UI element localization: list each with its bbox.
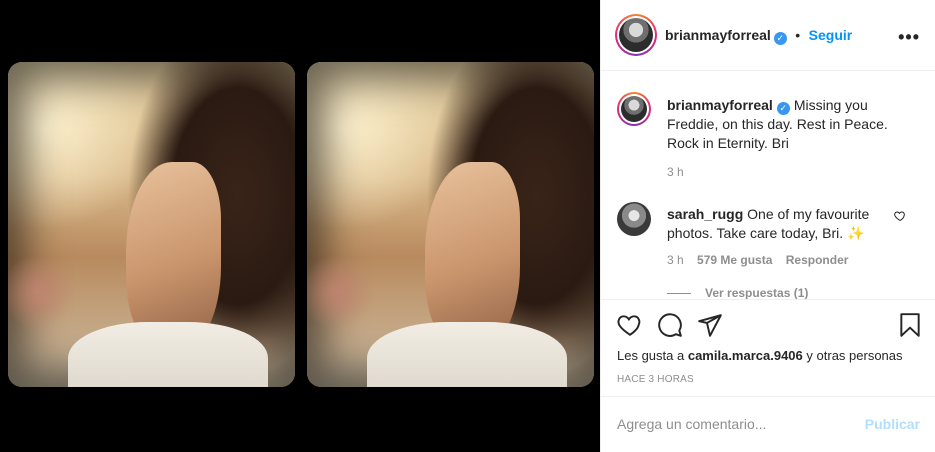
hand-blur-shape: [307, 252, 372, 332]
comment-meta: 3 h 579 Me gusta Responder: [667, 253, 858, 267]
avatar-story-ring[interactable]: [615, 14, 657, 56]
separator-dot: •: [795, 27, 801, 43]
view-replies-label: Ver respuestas (1): [705, 286, 809, 300]
comment-username[interactable]: sarah_rugg: [667, 206, 743, 222]
caption-username[interactable]: brianmayforreal: [667, 97, 773, 113]
reply-button[interactable]: Responder: [786, 253, 849, 267]
likes-summary: Les gusta a camila.marca.9406 y otras pe…: [617, 348, 903, 363]
action-bar: [601, 312, 935, 342]
photo-frame-right: [307, 62, 594, 387]
caption: brianmayforreal ✓ Missing you Freddie, on …: [667, 96, 917, 152]
caption-time[interactable]: 3 h: [667, 165, 684, 179]
comment-time[interactable]: 3 h: [667, 253, 684, 267]
verified-badge-icon: ✓: [773, 32, 787, 45]
caption-avatar[interactable]: [617, 92, 651, 126]
add-comment-bar: Agrega un comentario... Publicar: [601, 396, 935, 452]
verified-badge-icon: ✓: [776, 102, 790, 115]
bookmark-icon[interactable]: [897, 312, 923, 343]
publish-button[interactable]: Publicar: [865, 416, 920, 432]
heart-icon[interactable]: [617, 312, 643, 343]
share-icon[interactable]: [697, 312, 723, 343]
comment: sarah_rugg One of my favourite photos. T…: [667, 205, 882, 242]
likes-prefix: Les gusta a: [617, 348, 685, 363]
photo-frame-left: [8, 62, 295, 387]
follow-button[interactable]: Seguir: [809, 27, 853, 43]
liker-username[interactable]: camila.marca.9406: [688, 348, 803, 363]
hand-blur-shape: [8, 252, 73, 332]
post-header: brianmayforreal ✓ • Seguir •••: [601, 0, 935, 71]
header-user: brianmayforreal ✓ • Seguir: [665, 27, 852, 45]
avatar: [619, 18, 653, 52]
comment-like-heart-icon[interactable]: [894, 209, 906, 227]
post-timestamp[interactable]: HACE 3 HORAS: [617, 374, 694, 385]
post-media[interactable]: [0, 0, 600, 452]
comment-icon[interactable]: [657, 312, 683, 343]
comments-list[interactable]: brianmayforreal ✓ Missing you Freddie, on …: [601, 72, 935, 300]
view-replies-button[interactable]: Ver respuestas (1): [667, 286, 809, 300]
comment-input[interactable]: Agrega un comentario...: [617, 416, 766, 432]
avatar: [621, 96, 647, 122]
comment-avatar[interactable]: [617, 202, 651, 236]
robe-shape: [367, 322, 567, 387]
more-options-icon[interactable]: •••: [898, 27, 920, 48]
comment-likes[interactable]: 579 Me gusta: [697, 253, 772, 267]
replies-line: [667, 293, 691, 295]
likes-suffix[interactable]: y otras personas: [806, 348, 902, 363]
post-side-panel: brianmayforreal ✓ • Seguir ••• brianmayfo…: [600, 0, 935, 452]
robe-shape: [68, 322, 268, 387]
header-username[interactable]: brianmayforreal: [665, 27, 771, 43]
